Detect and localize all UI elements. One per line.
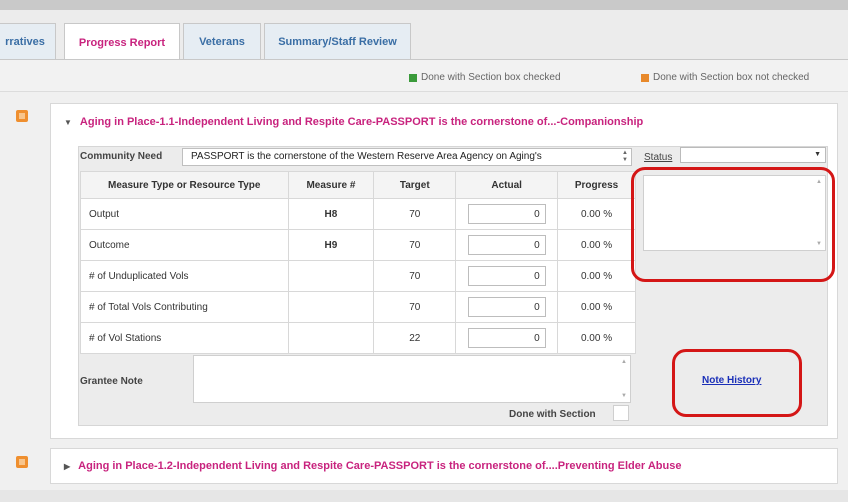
target-cell: 70 (373, 198, 457, 230)
progress-cell: 0.00 % (557, 198, 636, 230)
done-with-section-label: Done with Section (509, 409, 596, 420)
legend-label: Done with Section box checked (421, 72, 561, 83)
column-header: Target (373, 171, 457, 199)
actual-input[interactable] (467, 266, 546, 286)
target-cell: 70 (373, 260, 457, 292)
scroll-down-icon[interactable]: ▼ (620, 393, 628, 399)
actual-input[interactable] (467, 297, 546, 317)
table-row: # of Unduplicated Vols 70 0.00 % (80, 260, 636, 292)
grantee-note-label: Grantee Note (80, 376, 143, 387)
section-title: Aging in Place-1.2-Independent Living an… (78, 460, 682, 472)
status-dropdown[interactable]: ▼ (680, 147, 826, 163)
target-cell: 70 (373, 291, 457, 323)
tab-veterans[interactable]: Veterans (183, 23, 261, 60)
tab-narratives[interactable]: rratives (0, 23, 56, 60)
progress-cell: 0.00 % (557, 322, 636, 354)
actual-cell (455, 322, 559, 354)
expand-arrow-icon[interactable]: ▶ (64, 462, 70, 471)
table-row: # of Total Vols Contributing 70 0.00 % (80, 291, 636, 323)
highlight-box-note-history (672, 349, 802, 417)
tab-label: Summary/Staff Review (278, 36, 397, 48)
legend-done-not-checked: Done with Section box not checked (641, 72, 809, 83)
measure-number-cell (287, 322, 375, 354)
table-header-row: Measure Type or Resource Type Measure # … (80, 171, 636, 199)
green-square-icon (409, 73, 417, 82)
legend-done-checked: Done with Section box checked (409, 72, 561, 83)
highlight-box-status (631, 167, 835, 282)
measure-number-cell (287, 260, 375, 292)
community-need-field[interactable]: PASSPORT is the cornerstone of the Weste… (182, 148, 632, 166)
section-header[interactable]: ▶ Aging in Place-1.2-Independent Living … (64, 460, 681, 472)
done-with-section-checkbox[interactable] (613, 405, 629, 421)
measure-number-cell: H9 (287, 229, 375, 261)
actual-cell (455, 198, 559, 230)
measure-type-cell: # of Vol Stations (80, 322, 289, 354)
table-row: Outcome H9 70 0.00 % (80, 229, 636, 261)
section-header[interactable]: ▼ Aging in Place-1.1-Independent Living … (64, 116, 643, 128)
expand-arrow-icon[interactable]: ▼ (64, 118, 72, 127)
column-header: Actual (455, 171, 559, 199)
measures-table: Measure Type or Resource Type Measure # … (80, 171, 636, 354)
target-cell: 22 (373, 322, 457, 354)
column-header: Progress (557, 171, 636, 199)
column-header: Measure # (287, 171, 375, 199)
measure-type-cell: # of Unduplicated Vols (80, 260, 289, 292)
actual-cell (455, 291, 559, 323)
bottom-bar (0, 490, 848, 502)
tab-label: Veterans (199, 36, 245, 48)
scroll-up-icon[interactable]: ▲ (620, 359, 628, 365)
column-header: Measure Type or Resource Type (80, 171, 289, 199)
measure-type-cell: Outcome (80, 229, 289, 261)
tab-summary-staff-review[interactable]: Summary/Staff Review (264, 23, 411, 60)
community-need-value: PASSPORT is the cornerstone of the Weste… (191, 151, 542, 162)
legend-label: Done with Section box not checked (653, 72, 810, 83)
spinner-arrows-icon[interactable]: ▲ ▼ (621, 150, 629, 164)
actual-cell (455, 229, 559, 261)
tab-label: Progress Report (78, 36, 166, 49)
actual-input[interactable] (467, 328, 546, 348)
measure-number-cell (287, 291, 375, 323)
section-title: Aging in Place-1.1-Independent Living an… (79, 116, 644, 128)
legend-bar: Done with Section box checked Done with … (0, 60, 848, 92)
table-row: # of Vol Stations 22 0.00 % (80, 322, 636, 354)
dropdown-arrow-icon: ▼ (814, 151, 821, 158)
progress-cell: 0.00 % (557, 260, 636, 292)
actual-cell (455, 260, 559, 292)
actual-input[interactable] (467, 204, 546, 224)
measure-type-cell: # of Total Vols Contributing (80, 291, 289, 323)
progress-cell: 0.00 % (557, 229, 636, 261)
measure-number-cell: H8 (287, 198, 375, 230)
tab-label: rratives (5, 36, 45, 48)
section-status-icon (16, 110, 28, 122)
measure-type-cell: Output (80, 198, 289, 230)
progress-cell: 0.00 % (557, 291, 636, 323)
community-need-label: Community Need (80, 151, 163, 162)
target-cell: 70 (373, 229, 457, 261)
actual-input[interactable] (467, 235, 546, 255)
tab-bar: rratives Progress Report Veterans Summar… (0, 10, 848, 61)
grantee-note-textarea[interactable]: ▲ ▼ (193, 355, 631, 403)
orange-square-icon (641, 73, 649, 82)
table-row: Output H8 70 0.00 % (80, 198, 636, 230)
window-top-bar (0, 0, 848, 10)
section-status-icon (16, 456, 28, 468)
tab-progress-report[interactable]: Progress Report (64, 23, 180, 61)
status-label: Status (644, 152, 673, 163)
